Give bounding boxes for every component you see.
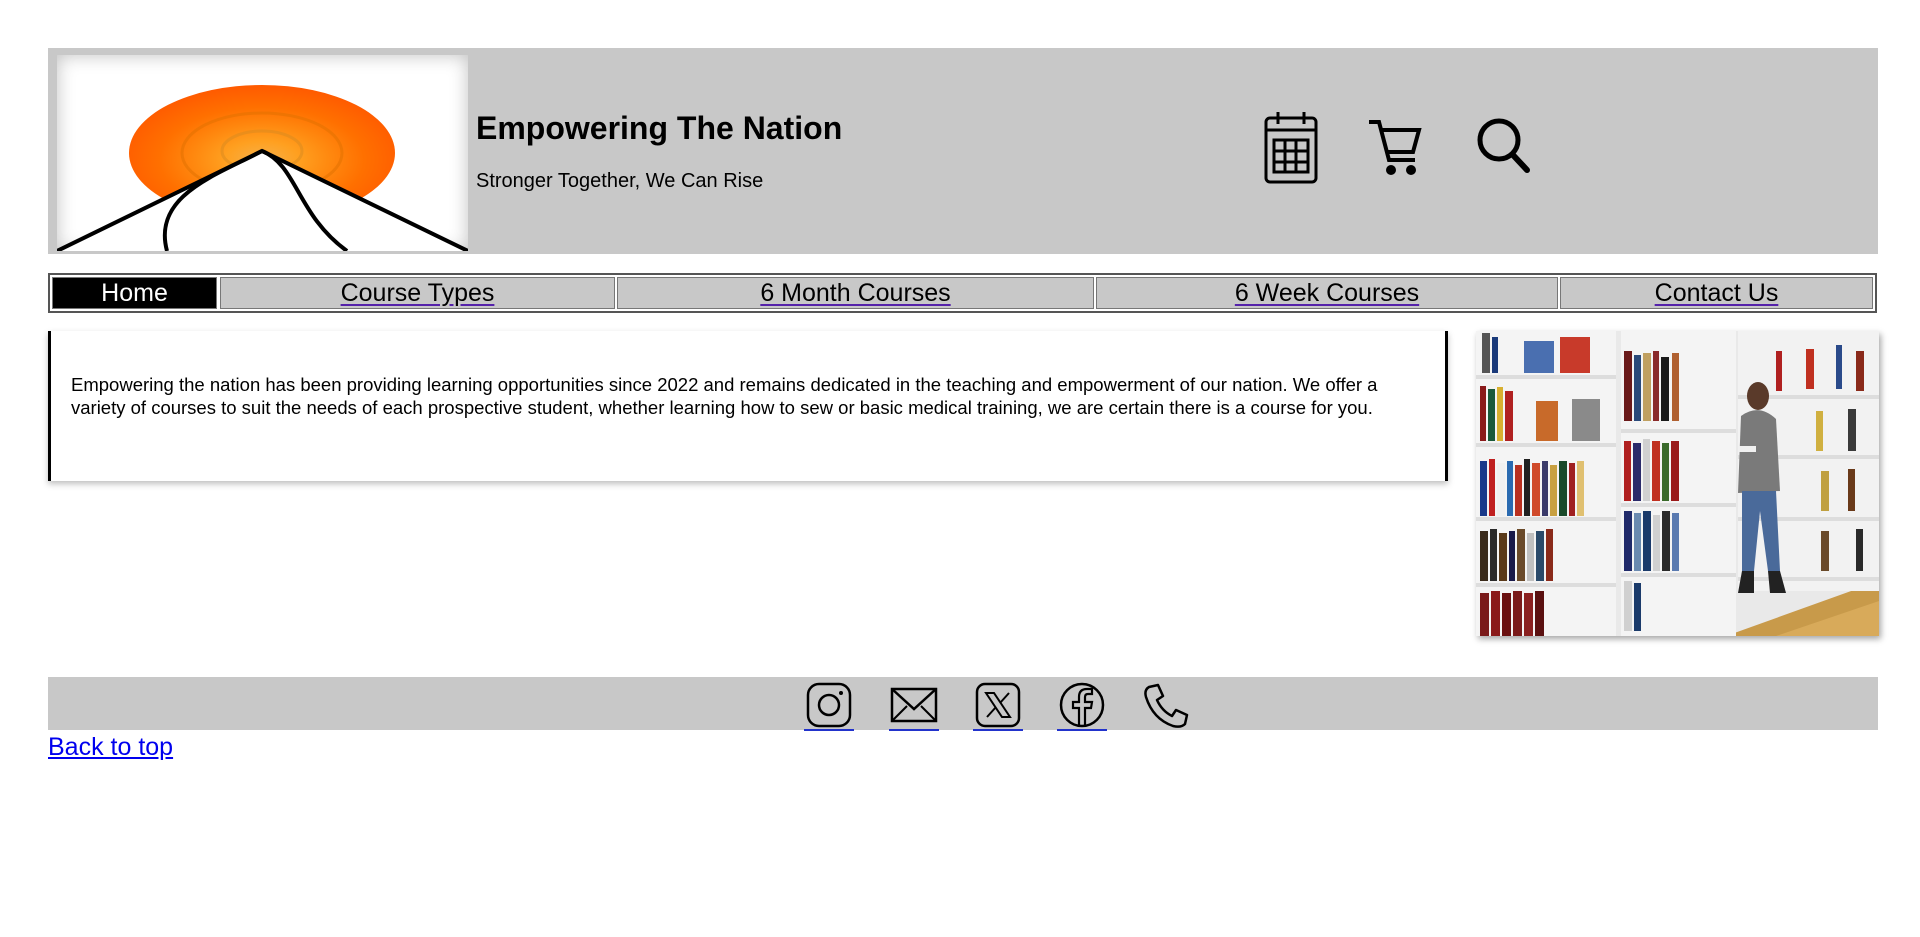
site-header: Empowering The Nation Stronger Together,… [48,48,1878,254]
mail-icon[interactable] [889,681,939,731]
nav-course-types[interactable]: Course Types [220,277,615,309]
main-nav: Home Course Types 6 Month Courses 6 Week… [48,273,1877,313]
search-icon[interactable] [1475,110,1531,186]
nav-contact-us[interactable]: Contact Us [1560,277,1873,309]
facebook-icon[interactable] [1057,681,1107,731]
nav-6-month-courses[interactable]: 6 Month Courses [617,277,1094,309]
cart-icon[interactable] [1367,110,1423,186]
phone-icon[interactable] [1141,681,1191,729]
nav-6-week-courses[interactable]: 6 Week Courses [1096,277,1558,309]
nav-home[interactable]: Home [52,277,217,309]
site-tagline: Stronger Together, We Can Rise [476,170,764,192]
sunrise-mountain-logo[interactable] [57,55,468,251]
back-to-top-link[interactable]: Back to top [48,733,173,762]
intro-box: Empowering the nation has been providing… [48,331,1448,481]
site-title: Empowering The Nation [476,110,843,146]
intro-text: Empowering the nation has been providing… [71,374,1378,418]
site-footer [48,677,1878,731]
x-twitter-icon[interactable] [973,681,1023,731]
calendar-icon[interactable] [1263,110,1319,186]
instagram-icon[interactable] [804,681,854,731]
library-bookshelf-photo [1476,331,1879,636]
